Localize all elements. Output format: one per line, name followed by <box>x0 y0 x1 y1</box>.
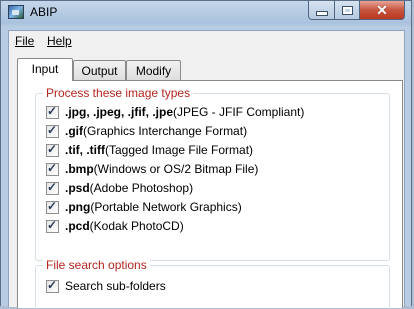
client-area: File Help Input Output Modify Process th… <box>8 30 405 309</box>
search-subfolders-checkbox[interactable]: ✓ <box>46 277 59 293</box>
image-type-desc: (JPEG - JFIF Compliant) <box>173 105 305 119</box>
checkbox[interactable]: ✓ <box>46 217 59 233</box>
tab-modify[interactable]: Modify <box>126 60 181 81</box>
check-icon: ✓ <box>47 103 58 118</box>
check-icon: ✓ <box>47 179 58 194</box>
checkbox[interactable]: ✓ <box>46 179 59 195</box>
image-type-ext: .pcd <box>65 219 90 233</box>
image-types-group: Process these image types ✓ .jpg, .jpeg,… <box>35 86 390 261</box>
close-button[interactable]: ✕ <box>359 1 405 20</box>
app-window: ABIP ✕ File Help Input Output Modify Pro… <box>0 0 412 309</box>
app-icon[interactable] <box>8 5 24 19</box>
check-icon: ✓ <box>47 217 58 232</box>
window-title: ABIP <box>30 5 58 19</box>
checkbox[interactable]: ✓ <box>46 122 59 138</box>
image-type-ext: .psd <box>65 181 90 195</box>
maximize-icon <box>341 5 353 15</box>
check-icon: ✓ <box>47 160 58 175</box>
image-type-desc: (Portable Network Graphics) <box>90 200 242 214</box>
image-type-desc: (Kodak PhotoCD) <box>89 219 184 233</box>
menu-help[interactable]: Help <box>47 34 72 48</box>
check-icon: ✓ <box>47 141 58 156</box>
checkbox[interactable]: ✓ <box>46 198 59 214</box>
maximize-button[interactable] <box>334 1 360 20</box>
search-subfolders-row[interactable]: ✓ Search sub-folders <box>46 278 166 294</box>
menu-bar: File Help <box>9 31 404 51</box>
image-type-bmp-row[interactable]: ✓ .bmp (Windows or OS/2 Bitmap File) <box>46 161 258 177</box>
image-type-ext: .jpg, .jpeg, .jfif, .jpe <box>65 105 173 119</box>
checkbox[interactable]: ✓ <box>46 103 59 119</box>
image-type-jpg-row[interactable]: ✓ .jpg, .jpeg, .jfif, .jpe (JPEG - JFIF … <box>46 104 304 120</box>
search-subfolders-label: Search sub-folders <box>65 279 166 293</box>
checkbox[interactable]: ✓ <box>46 141 59 157</box>
image-type-ext: .bmp <box>65 162 94 176</box>
image-type-gif-row[interactable]: ✓ .gif (Graphics Interchange Format) <box>46 123 247 139</box>
image-type-psd-row[interactable]: ✓ .psd (Adobe Photoshop) <box>46 180 193 196</box>
tab-output[interactable]: Output <box>73 60 126 81</box>
file-search-group: File search options ✓ Search sub-folders <box>35 258 390 309</box>
image-type-pcd-row[interactable]: ✓ .pcd (Kodak PhotoCD) <box>46 218 184 234</box>
minimize-button[interactable] <box>308 1 335 20</box>
tab-panel-input: Process these image types ✓ .jpg, .jpeg,… <box>17 80 403 309</box>
file-search-group-title: File search options <box>43 258 150 272</box>
image-type-ext: .gif <box>65 124 83 138</box>
image-type-tif-row[interactable]: ✓ .tif, .tiff (Tagged Image File Format) <box>46 142 253 158</box>
title-bar[interactable]: ABIP ✕ <box>1 1 411 25</box>
image-type-desc: (Tagged Image File Format) <box>104 143 254 157</box>
image-type-png-row[interactable]: ✓ .png (Portable Network Graphics) <box>46 199 242 215</box>
checkbox[interactable]: ✓ <box>46 160 59 176</box>
image-type-desc: (Graphics Interchange Format) <box>83 124 248 138</box>
check-icon: ✓ <box>47 122 58 137</box>
tab-input[interactable]: Input <box>17 58 73 81</box>
image-types-group-title: Process these image types <box>43 86 194 100</box>
image-type-ext: .png <box>65 200 91 214</box>
image-type-desc: (Windows or OS/2 Bitmap File) <box>93 162 259 176</box>
check-icon: ✓ <box>47 198 58 213</box>
image-type-ext: .tif, .tiff <box>65 143 105 157</box>
menu-file[interactable]: File <box>15 34 34 48</box>
image-type-desc: (Adobe Photoshop) <box>89 181 194 195</box>
minimize-icon <box>315 10 328 16</box>
close-icon: ✕ <box>376 2 388 18</box>
check-icon: ✓ <box>47 277 58 292</box>
